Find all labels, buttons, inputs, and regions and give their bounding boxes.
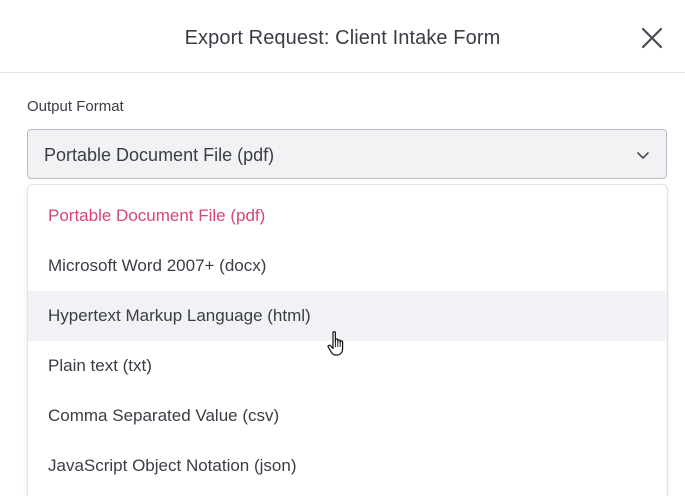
option-json[interactable]: JavaScript Object Notation (json) — [28, 441, 667, 491]
option-pdf[interactable]: Portable Document File (pdf) — [28, 191, 667, 241]
option-html[interactable]: Hypertext Markup Language (html) — [28, 291, 667, 341]
close-button[interactable] — [638, 24, 666, 52]
output-format-dropdown: Portable Document File (pdf) Microsoft W… — [27, 184, 668, 496]
option-docx[interactable]: Microsoft Word 2007+ (docx) — [28, 241, 667, 291]
chevron-down-icon — [636, 148, 650, 162]
output-format-label: Output Format — [27, 98, 124, 115]
select-current-value: Portable Document File (pdf) — [44, 145, 275, 165]
modal-header: Export Request: Client Intake Form — [0, 0, 685, 73]
export-request-modal: Export Request: Client Intake Form Outpu… — [0, 0, 685, 496]
dropdown-options: Portable Document File (pdf) Microsoft W… — [28, 191, 667, 491]
close-icon — [638, 24, 666, 52]
output-format-select[interactable]: Portable Document File (pdf) — [27, 129, 667, 179]
option-txt[interactable]: Plain text (txt) — [28, 341, 667, 391]
modal-title: Export Request: Client Intake Form — [184, 27, 501, 49]
option-csv[interactable]: Comma Separated Value (csv) — [28, 391, 667, 441]
